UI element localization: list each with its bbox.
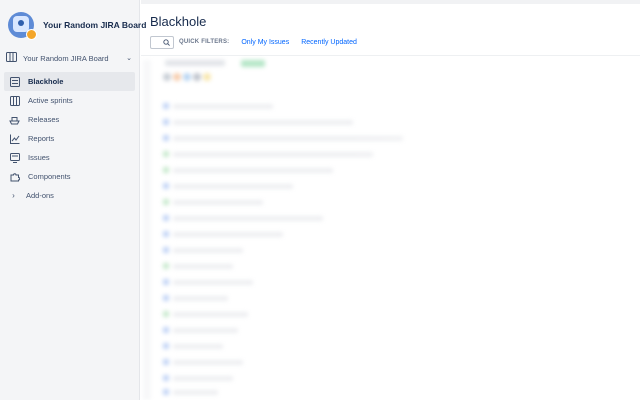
sidebar-item-releases[interactable]: Releases — [4, 110, 135, 129]
blurred-row — [173, 104, 273, 109]
blurred-issue-icon — [163, 375, 169, 381]
board-icon — [9, 95, 20, 106]
blurred-issue-icon — [163, 295, 169, 301]
blurred-row — [173, 376, 233, 381]
avatar-badge — [26, 29, 37, 40]
chevron-right-icon: › — [12, 191, 15, 200]
board-selector-label: Your Random JIRA Board — [23, 53, 109, 63]
blurred-row — [173, 232, 283, 237]
blurred-avatar — [193, 73, 201, 81]
chevron-down-icon[interactable]: ⌄ — [126, 54, 132, 62]
blurred-row — [173, 200, 263, 205]
blurred-issue-icon — [163, 389, 169, 395]
sidebar-item-reports[interactable]: Reports — [4, 129, 135, 148]
sidebar-nav: Blackhole Active sprints Releases Report… — [4, 72, 135, 205]
chart-icon — [9, 133, 20, 144]
blurred-issue-icon — [163, 263, 169, 269]
blurred-backlog-placeholder — [141, 56, 640, 400]
blurred-avatar — [203, 73, 211, 81]
blurred-row — [165, 60, 225, 66]
sidebar-item-label: Releases — [28, 115, 60, 124]
sidebar-item-add-ons[interactable]: › Add-ons — [4, 186, 135, 205]
blurred-row — [173, 264, 233, 269]
blurred-row — [173, 280, 253, 285]
ship-icon — [9, 114, 20, 125]
sidebar-item-label: Add-ons — [26, 191, 54, 200]
blurred-issue-icon — [163, 135, 169, 141]
filter-only-my-issues[interactable]: Only My Issues — [241, 39, 289, 46]
search-icon — [163, 33, 170, 51]
backlog-icon — [9, 76, 20, 87]
blurred-row — [241, 60, 265, 67]
blurred-row — [173, 360, 243, 365]
blurred-row — [173, 168, 333, 173]
blurred-row — [173, 248, 243, 253]
blurred-issue-icon — [163, 279, 169, 285]
page-title: Blackhole — [150, 14, 207, 29]
issues-icon — [9, 152, 20, 163]
blurred-row — [173, 184, 293, 189]
project-header[interactable]: Your Random JIRA Board — [8, 10, 146, 40]
quick-filters-bar: QUICK FILTERS: Only My Issues Recently U… — [150, 35, 357, 49]
blurred-issue-icon — [163, 343, 169, 349]
top-bar — [141, 0, 640, 4]
project-avatar — [8, 12, 37, 40]
blurred-issue-icon — [163, 311, 169, 317]
blurred-issue-icon — [163, 183, 169, 189]
blurred-issue-icon — [163, 199, 169, 205]
puzzle-icon — [9, 171, 20, 182]
blurred-row — [173, 136, 403, 141]
blurred-strip — [143, 60, 151, 400]
blurred-avatar — [163, 73, 171, 81]
blurred-row — [173, 120, 353, 125]
blurred-issue-icon — [163, 119, 169, 125]
board-icon — [6, 52, 17, 64]
blurred-row — [173, 216, 323, 221]
search-input[interactable] — [150, 33, 174, 51]
blurred-row — [173, 152, 373, 157]
sidebar-item-label: Active sprints — [28, 96, 73, 105]
blurred-row — [173, 296, 228, 301]
sidebar-item-label: Issues — [28, 153, 50, 162]
sidebar-item-components[interactable]: Components — [4, 167, 135, 186]
main-content: Blackhole QUICK FILTERS: Only My Issues … — [141, 0, 640, 400]
project-avatar-icon — [13, 16, 29, 32]
blurred-issue-icon — [163, 151, 169, 157]
sidebar-item-issues[interactable]: Issues — [4, 148, 135, 167]
quick-filters-label: QUICK FILTERS: — [179, 39, 230, 45]
sidebar-item-label: Reports — [28, 134, 55, 143]
blurred-avatar — [173, 73, 181, 81]
blurred-issue-icon — [163, 327, 169, 333]
sidebar-item-blackhole[interactable]: Blackhole — [4, 72, 135, 91]
blurred-avatar — [183, 73, 191, 81]
blurred-issue-icon — [163, 167, 169, 173]
blurred-row — [173, 312, 248, 317]
blurred-issue-icon — [163, 103, 169, 109]
blurred-issue-icon — [163, 359, 169, 365]
sidebar-item-label: Blackhole — [28, 77, 64, 86]
blurred-issue-icon — [163, 215, 169, 221]
blurred-issue-icon — [163, 231, 169, 237]
blurred-issue-icon — [163, 247, 169, 253]
sidebar: Your Random JIRA Board Your Random JIRA … — [0, 0, 146, 400]
board-selector[interactable]: Your Random JIRA Board ⌄ — [6, 50, 134, 66]
sidebar-item-active-sprints[interactable]: Active sprints — [4, 91, 135, 110]
sidebar-item-label: Components — [28, 172, 71, 181]
blurred-row — [173, 344, 223, 349]
blurred-row — [173, 390, 218, 395]
blurred-row — [173, 328, 238, 333]
project-name: Your Random JIRA Board — [43, 20, 147, 30]
filter-recently-updated[interactable]: Recently Updated — [301, 39, 357, 46]
